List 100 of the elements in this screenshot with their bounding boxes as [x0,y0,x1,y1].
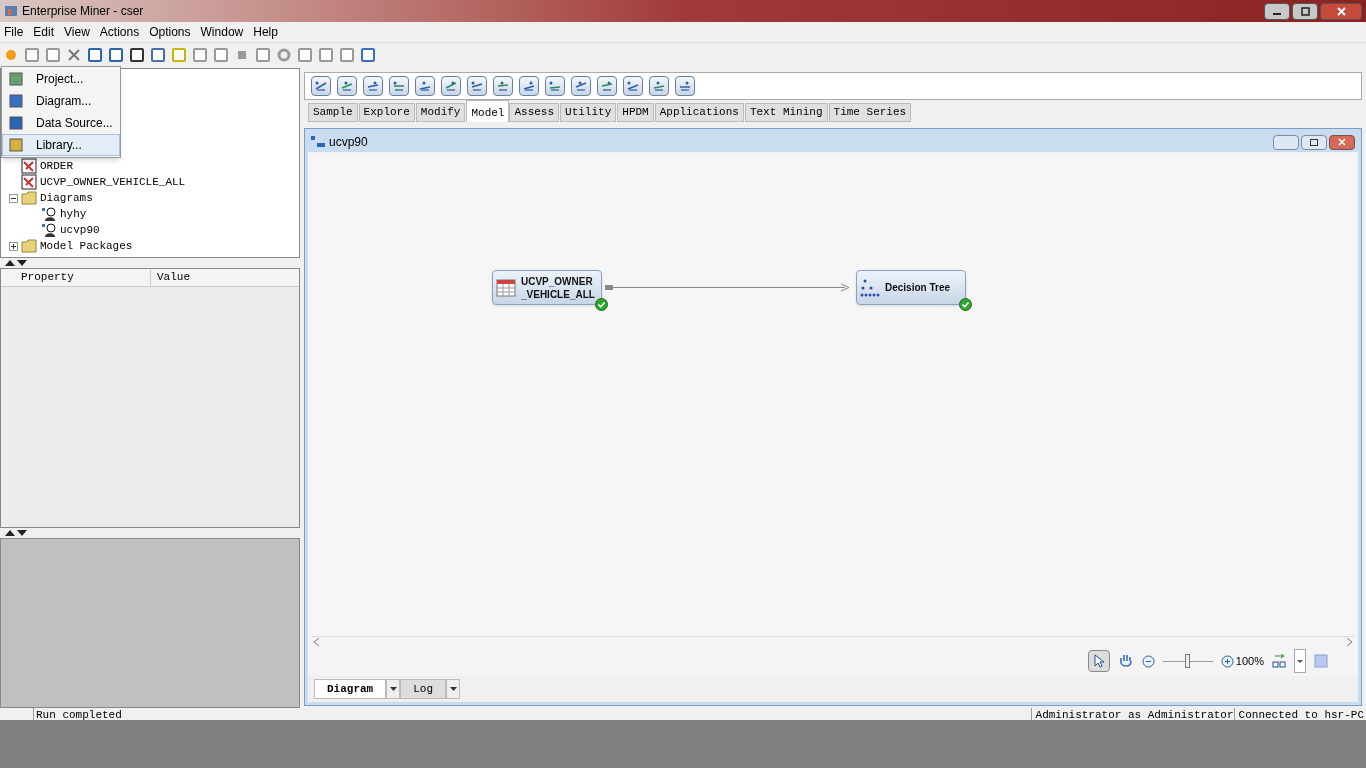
tab[interactable]: Sample [308,103,358,122]
node-tool-icon[interactable] [363,76,383,96]
menu-item-icon [8,137,24,153]
tab-menu-button[interactable] [446,679,461,699]
dropdown-button[interactable] [1294,649,1306,673]
delete-icon[interactable] [66,46,82,63]
user-status: Administrator as Administrator [1030,708,1234,720]
node-tool-icon[interactable] [311,76,331,96]
node-label: Decision Tree [885,281,951,294]
menu-item[interactable]: Edit [33,23,55,41]
connection-status: Connected to hsr-PC [1233,708,1366,720]
window-title: ucvp90 [329,134,368,151]
zoom-slider[interactable] [1162,653,1213,669]
node-tool-icon[interactable] [441,76,461,96]
tab[interactable]: Assess [509,103,560,122]
tree-item[interactable]: UCVP_OWNER_VEHICLE_ALL [40,173,186,191]
menu-item[interactable]: Diagram... [2,90,120,112]
collapse-toggle[interactable] [9,193,18,203]
tree-item[interactable]: ucvp90 [60,221,100,239]
node-tool-icon[interactable] [415,76,435,96]
menu-item[interactable]: File [4,23,24,41]
diagram-node[interactable]: Decision Tree [856,270,966,305]
node-tool-icon[interactable] [467,76,487,96]
menu-item-icon [8,115,24,131]
people-icon [41,222,57,238]
node-tool-icon[interactable] [675,76,695,96]
splitter-arrows-icon[interactable] [5,260,29,266]
tab[interactable]: Time Series [828,103,912,122]
data-table-icon [21,174,37,190]
node-tool-icon[interactable] [649,76,669,96]
menu-item[interactable]: Project... [2,68,120,90]
node-label: UCVP_OWNER _VEHICLE_ALL [521,274,595,301]
menu-item[interactable]: Actions [99,23,140,41]
column-header[interactable]: Property [1,269,151,286]
maximize-button[interactable] [1301,134,1327,150]
menu-item[interactable]: Data Source... [2,112,120,134]
diagram-node[interactable]: UCVP_OWNER _VEHICLE_ALL [492,270,602,305]
tab[interactable]: Text Mining [744,103,828,122]
menu-item[interactable]: Library... [2,134,120,156]
tree-item[interactable]: hyhy [60,205,87,223]
status-message: Run completed [35,708,122,720]
node-tool-icon[interactable] [545,76,565,96]
node-tool-icon[interactable] [519,76,539,96]
menu-item[interactable]: View [64,23,90,41]
menu-item-label: Diagram... [36,93,92,110]
tab[interactable]: Modify [415,103,466,122]
app-icon [4,4,18,18]
tab[interactable]: HPDM [617,103,654,122]
plus-icon [11,243,16,249]
minus-icon [11,197,16,199]
tree-item[interactable]: Diagrams [40,189,93,207]
menu-item-label: Library... [36,137,82,154]
tab[interactable]: Utility [560,103,617,122]
close-icon [1338,138,1346,146]
expand-toggle[interactable] [9,241,18,251]
scroll-right-icon[interactable] [1346,637,1352,646]
hand-icon[interactable] [1117,653,1134,669]
tab[interactable]: Log [400,679,447,699]
layout-icon[interactable] [1272,654,1286,668]
tab[interactable]: Diagram [314,679,387,699]
tree-item[interactable]: ORDER [40,157,73,175]
tree-item[interactable]: Model Packages [40,237,133,255]
tab[interactable]: Applications [654,103,744,122]
tab[interactable]: Explore [358,103,415,122]
menu-item-icon [8,93,24,109]
decision-tree-icon [860,277,880,298]
menu-item[interactable]: Window [200,23,244,41]
people-icon [41,206,57,222]
menu-item[interactable]: Help [253,23,278,41]
caret-icon [389,687,397,691]
node-tool-icon[interactable] [623,76,643,96]
node-tool-icon[interactable] [337,76,357,96]
menu-item-label: Data Source... [36,115,113,132]
close-button[interactable] [1320,2,1362,20]
minimize-button[interactable] [1264,2,1290,20]
caret-icon [449,687,457,691]
column-header[interactable]: Value [151,269,190,286]
scroll-left-icon[interactable] [314,637,320,646]
restore-button[interactable] [1292,2,1318,20]
node-tool-icon[interactable] [493,76,513,96]
node-tool-icon[interactable] [389,76,409,96]
menu-item-label: Project... [36,71,84,88]
select-tool-button[interactable] [1087,650,1110,672]
menu-item-icon [8,71,24,87]
splitter-arrows-icon[interactable] [5,530,29,536]
close-button[interactable] [1329,134,1355,150]
caret-icon [1297,659,1303,663]
maximize-icon [1310,138,1318,146]
node-tool-icon[interactable] [571,76,591,96]
close-icon [1336,6,1346,16]
zoom-in-icon[interactable] [1220,654,1234,668]
node-tool-icon[interactable] [597,76,617,96]
restore-icon [1300,6,1310,16]
window-title: Enterprise Miner - cser [22,3,144,20]
pointer-icon [1093,654,1104,668]
zoom-out-icon[interactable] [1141,654,1155,668]
menu-item[interactable]: Options [149,23,191,41]
tab-menu-button[interactable] [386,679,401,699]
tab[interactable]: Model [466,100,510,122]
slider-thumb[interactable] [1184,654,1190,668]
